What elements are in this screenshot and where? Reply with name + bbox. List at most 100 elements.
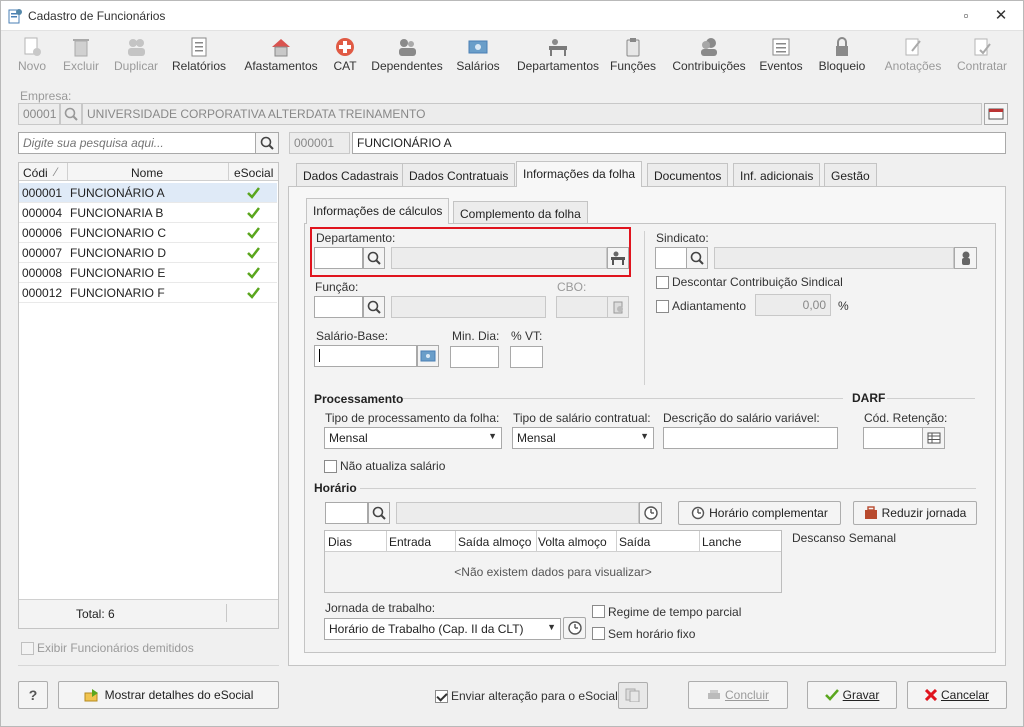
subtab-informacoes-calculos[interactable]: Informações de cálculos [306, 198, 450, 224]
min-day-label: Min. Dia: [452, 329, 500, 343]
notes-button[interactable]: Anotações [882, 34, 944, 80]
union-search-button[interactable] [686, 247, 708, 269]
salaries-button[interactable]: Salários [454, 34, 502, 80]
reports-button[interactable]: Relatórios [171, 34, 227, 80]
deduct-union-checkbox[interactable] [656, 276, 669, 289]
lock-button[interactable]: Bloqueio [815, 34, 869, 80]
complementary-schedule-label: Horário complementar [709, 506, 828, 520]
schedule-add-button[interactable] [639, 502, 662, 524]
check-icon [247, 207, 260, 219]
vt-label: % VT: [511, 329, 543, 343]
search-icon [260, 136, 274, 150]
advance-checkbox[interactable] [656, 300, 669, 313]
list-item[interactable]: 000008 FUNCIONARIO E [19, 263, 277, 283]
search-icon [367, 251, 381, 265]
function-code-input[interactable] [314, 296, 363, 318]
duplicate-button[interactable]: Duplicar [112, 34, 160, 80]
weekly-rest-label: Descanso Semanal [792, 531, 897, 545]
tab-inf-adicionais[interactable]: Inf. adicionais [733, 163, 821, 187]
absences-button[interactable]: Afastamentos [243, 34, 319, 80]
search-icon [372, 506, 386, 520]
column-esocial-header[interactable]: eSocial [234, 166, 273, 180]
show-dismissed-checkbox[interactable] [21, 642, 34, 655]
list-item[interactable]: 000012 FUNCIONARIO F [19, 283, 277, 303]
department-lookup-button[interactable] [607, 247, 629, 269]
cancel-button[interactable]: Cancelar [907, 681, 1007, 709]
variable-salary-input[interactable] [663, 427, 838, 449]
tab-informacoes-folha[interactable]: Informações da folha [516, 161, 643, 187]
restore-icon[interactable]: ▫ [955, 7, 977, 25]
min-day-input[interactable] [450, 346, 499, 368]
export-icon [84, 689, 98, 702]
workday-add-button[interactable] [563, 617, 586, 639]
tab-documentos[interactable]: Documentos [647, 163, 729, 187]
complementary-schedule-button[interactable]: Horário complementar [678, 501, 841, 525]
department-search-button[interactable] [363, 247, 385, 269]
report-icon [191, 37, 207, 57]
tab-dados-cadastrais[interactable]: Dados Cadastrais [296, 163, 406, 187]
list-footer: Total: 6 [19, 599, 278, 628]
section-line [887, 398, 975, 399]
close-icon[interactable]: ✕ [990, 7, 1012, 25]
events-button[interactable]: Eventos [758, 34, 804, 80]
retention-code-input[interactable] [863, 427, 923, 449]
list-item[interactable]: 000006 FUNCIONARIO C [19, 223, 277, 243]
list-item[interactable]: 000007 FUNCIONARIO D [19, 243, 277, 263]
schedule-search-button[interactable] [368, 502, 390, 524]
send-esocial-checkbox[interactable] [435, 690, 448, 703]
schedule-code-input[interactable] [325, 502, 368, 524]
employee-code: 000001 [22, 186, 63, 200]
subtab-complemento-folha[interactable]: Complemento da folha [453, 201, 588, 225]
dependents-button[interactable]: Dependentes [371, 34, 443, 80]
column-code-header[interactable]: Códi [23, 166, 48, 180]
functions-label: Funções [609, 59, 657, 73]
briefcase-icon [864, 506, 877, 519]
toolbar: Novo Excluir Duplicar Relatórios Afastam… [6, 32, 1018, 81]
no-salary-update-checkbox[interactable] [324, 460, 337, 473]
reduce-hours-button[interactable]: Reduzir jornada [853, 501, 977, 525]
column-name-header[interactable]: Nome [131, 166, 163, 180]
function-search-button[interactable] [363, 296, 385, 318]
functions-button[interactable]: Funções [609, 34, 657, 80]
department-code-input[interactable] [314, 247, 363, 269]
departments-button[interactable]: Departamentos [512, 34, 604, 80]
retention-code-lookup-button[interactable] [922, 427, 945, 449]
list-item[interactable]: 000004 FUNCIONARIA B [19, 203, 277, 223]
check-icon [247, 267, 260, 279]
delete-button[interactable]: Excluir [61, 34, 101, 80]
grid-header-lunch-back: Volta almoço [538, 535, 607, 549]
list-item[interactable]: 000001 FUNCIONÁRIO A [19, 183, 277, 203]
processing-type-select[interactable]: Mensal ▼ [324, 427, 502, 449]
employee-search-input[interactable] [18, 132, 256, 154]
no-fixed-schedule-checkbox[interactable] [592, 627, 605, 640]
salary-type-select[interactable]: Mensal ▼ [512, 427, 654, 449]
tab-gestao[interactable]: Gestão [824, 163, 877, 187]
help-button[interactable]: ? [18, 681, 48, 709]
save-button[interactable]: Gravar [807, 681, 897, 709]
medical-cross-icon [336, 38, 354, 56]
hire-button[interactable]: Contratar [954, 34, 1010, 80]
union-lookup-button[interactable] [954, 247, 977, 269]
current-employee-name: FUNCIONÁRIO A [352, 132, 1006, 154]
company-details-button[interactable] [984, 103, 1008, 125]
grid-header-lunch-out: Saída almoço [458, 535, 532, 549]
title-bar: Cadastro de Funcionários ▫ ✕ [1, 1, 1023, 31]
tab-dados-contratuais[interactable]: Dados Contratuais [402, 163, 516, 187]
new-button[interactable]: Novo [17, 34, 47, 80]
part-time-checkbox[interactable] [592, 605, 605, 618]
events-label: Eventos [759, 59, 803, 73]
company-name-field: UNIVERSIDADE CORPORATIVA ALTERDATA TREIN… [82, 103, 982, 125]
employee-search-button[interactable] [255, 132, 279, 154]
base-salary-lookup-button[interactable] [417, 345, 439, 367]
cbo-label: CBO: [557, 280, 587, 294]
cat-button[interactable]: CAT [330, 34, 360, 80]
vt-input[interactable] [510, 346, 543, 368]
workday-value: Horário de Trabalho (Cap. II da CLT) [329, 622, 524, 636]
base-salary-input[interactable] [314, 345, 417, 367]
esocial-details-button[interactable]: Mostrar detalhes do eSocial [58, 681, 279, 709]
employee-name: FUNCIONARIO F [70, 286, 165, 300]
contributions-button[interactable]: Contribuições [669, 34, 749, 80]
documents-icon [625, 688, 640, 703]
union-code-input[interactable] [655, 247, 687, 269]
workday-select[interactable]: Horário de Trabalho (Cap. II da CLT) ▼ [324, 618, 561, 640]
